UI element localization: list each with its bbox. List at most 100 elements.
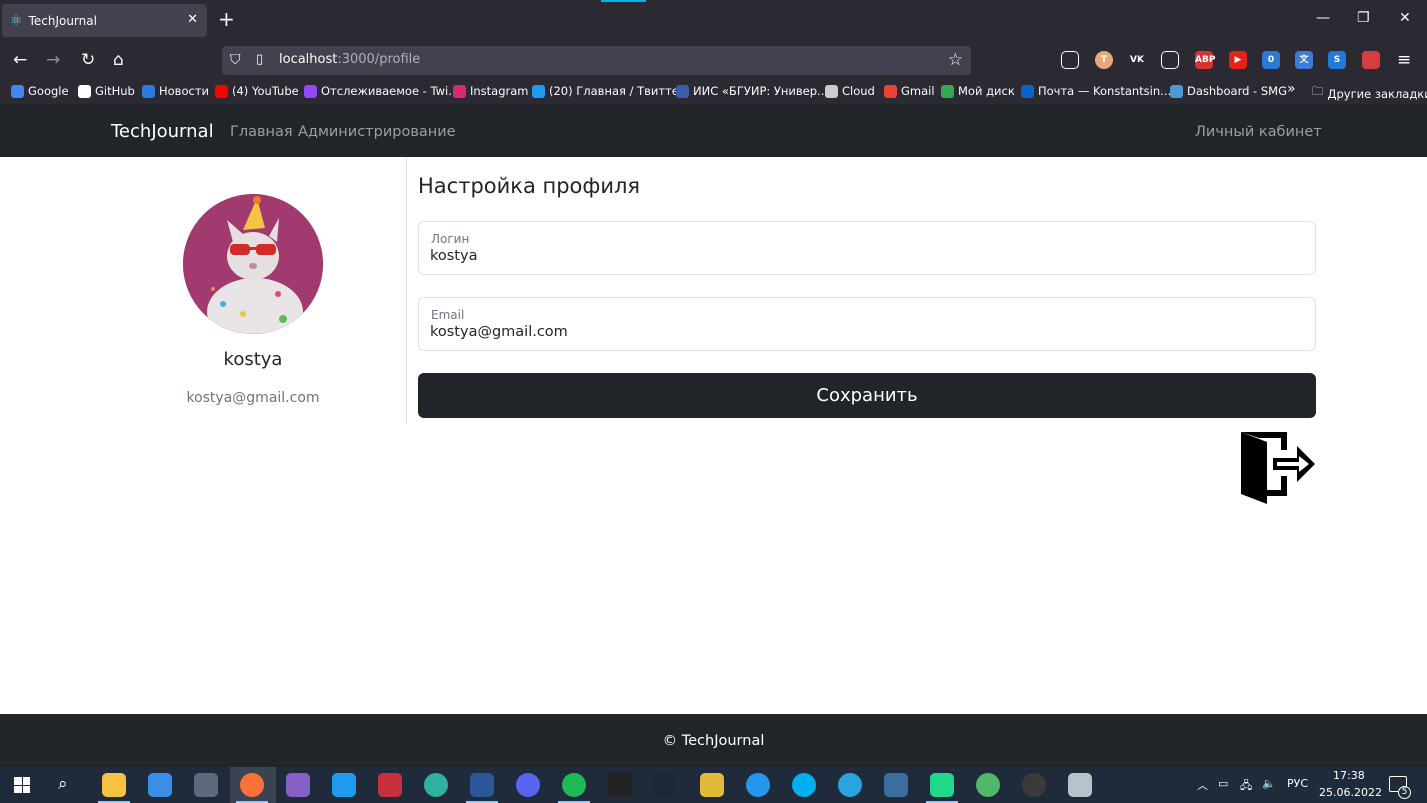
tracking-shield-icon[interactable]: ⛉ (230, 52, 241, 68)
translate-t-icon[interactable]: T (1095, 51, 1113, 69)
calculator-icon[interactable] (194, 773, 218, 797)
app-navbar: TechJournal Главная Администрирование Ли… (0, 104, 1427, 157)
skype-icon[interactable] (792, 773, 816, 797)
bookmark-label: Cloud (842, 84, 875, 98)
telegram-icon[interactable] (838, 773, 862, 797)
network-icon[interactable]: 🖧 (1240, 777, 1252, 796)
bookmark-item[interactable]: Отслеживаемое - Twi... (304, 84, 459, 98)
tab-close-icon[interactable]: ✕ (187, 12, 198, 27)
other-bookmarks[interactable]: 🗀 Другие закладки (1312, 84, 1427, 103)
more-bookmarks-icon[interactable]: » (1287, 81, 1296, 97)
bookmark-item[interactable]: (20) Главная / Твиттер (532, 84, 686, 98)
bookmark-favicon-icon (884, 84, 897, 98)
bookmark-item[interactable]: Новости (142, 84, 209, 98)
bookmark-favicon-icon (78, 84, 91, 98)
home-icon[interactable]: ⌂ (113, 50, 124, 70)
toolbox-icon[interactable] (1362, 51, 1380, 69)
bookmark-item[interactable]: GitHub (78, 84, 135, 98)
vk-icon[interactable]: VK (1128, 51, 1146, 69)
reader-icon[interactable] (1161, 51, 1179, 69)
rider-icon[interactable] (378, 773, 402, 797)
save-button[interactable]: Сохранить (418, 373, 1316, 418)
volume-icon[interactable]: 🔈 (1262, 777, 1276, 790)
language-indicator[interactable]: РУС (1287, 777, 1308, 790)
profile-sidebar: kostya kostya@gmail.com (0, 157, 407, 424)
bookmark-favicon-icon (215, 84, 228, 98)
folder-icon: 🗀 (1312, 84, 1324, 98)
taskbar: ⌕ ︿ ▭ 🖧 🔈 РУС 17:38 25.06.2022 5 (0, 767, 1427, 803)
battery-icon[interactable]: ▭ (1218, 777, 1228, 790)
bookmark-item[interactable]: Dashboard - SMG (1170, 84, 1287, 98)
sql-icon[interactable] (884, 773, 908, 797)
bookmark-favicon-icon (142, 84, 155, 98)
bookmark-item[interactable]: Почта — Konstantsin.... (1021, 84, 1175, 98)
bookmark-favicon-icon (1021, 84, 1034, 98)
word-icon[interactable] (470, 773, 494, 797)
bookmark-item[interactable]: Gmail (884, 84, 935, 98)
spotify-icon[interactable] (562, 773, 586, 797)
visual-studio-icon[interactable] (286, 773, 310, 797)
minimize-icon[interactable]: — (1316, 10, 1330, 26)
counter-ext-icon[interactable]: 0 (1262, 51, 1280, 69)
email-field[interactable]: Email kostya@gmail.com (418, 297, 1316, 351)
bookmark-item[interactable]: Cloud (825, 84, 875, 98)
nav-link-admin[interactable]: Администрирование (298, 124, 456, 140)
windows-start-icon[interactable] (14, 777, 30, 793)
vpn-icon[interactable] (976, 773, 1000, 797)
clock-date[interactable]: 25.06.2022 (1319, 786, 1382, 799)
skype-ext-icon[interactable]: S (1328, 51, 1346, 69)
nav-link-account[interactable]: Личный кабинет (1195, 124, 1322, 140)
browser-tab[interactable]: ⚛ TechJournal ✕ (2, 4, 207, 37)
nav-link-home[interactable]: Главная (230, 124, 293, 140)
forward-icon[interactable]: → (46, 50, 60, 70)
bookmark-label: (20) Главная / Твиттер (549, 84, 687, 98)
db-icon[interactable] (1068, 773, 1092, 797)
explorer-icon[interactable] (102, 773, 126, 797)
bookmark-label: Google (28, 84, 69, 98)
pocket-icon[interactable] (1061, 51, 1079, 69)
mail-icon[interactable] (148, 773, 172, 797)
pycharm-icon[interactable] (930, 773, 954, 797)
back-icon[interactable]: ← (13, 50, 27, 70)
bookmark-favicon-icon (825, 84, 838, 98)
window-close-icon[interactable]: ✕ (1399, 10, 1411, 26)
adblock-icon[interactable]: ABP (1195, 51, 1215, 69)
bookmark-label: Мой диск (958, 84, 1015, 98)
bookmark-item[interactable]: ИИС «БГУИР: Универ... (676, 84, 828, 98)
menu-icon[interactable]: ≡ (1397, 50, 1411, 70)
url-path: :3000/profile (337, 52, 421, 67)
docker-icon[interactable] (746, 773, 770, 797)
url-bar[interactable]: ⛉ ▯ localhost:3000/profile ☆ (222, 46, 971, 75)
bookmark-label: Отслеживаемое - Twi... (321, 84, 460, 98)
reload-icon[interactable]: ↻ (81, 50, 95, 70)
brand-link[interactable]: TechJournal (111, 121, 214, 142)
bookmark-item[interactable]: Google (11, 84, 69, 98)
bookmark-item[interactable]: (4) YouTube (215, 84, 299, 98)
bookmark-favicon-icon (1170, 84, 1183, 98)
wot-icon[interactable] (1022, 773, 1046, 797)
footer: © TechJournal (0, 714, 1427, 767)
bookmark-item[interactable]: Мой диск (941, 84, 1015, 98)
vscode-icon[interactable] (332, 773, 356, 797)
steam-icon[interactable] (654, 773, 678, 797)
epic-games-icon[interactable] (608, 773, 632, 797)
bookmark-item[interactable]: Instagram (453, 84, 529, 98)
tray-expand-icon[interactable]: ︿ (1197, 777, 1208, 793)
tool-icon[interactable] (700, 773, 724, 797)
search-icon[interactable]: ⌕ (58, 774, 68, 794)
discord-icon[interactable] (516, 773, 540, 797)
youtube-ext-icon[interactable]: ▶ (1229, 51, 1247, 69)
restore-icon[interactable]: ❐ (1357, 10, 1370, 26)
translator-icon[interactable]: 文 (1295, 51, 1313, 69)
page-info-icon[interactable]: ▯ (256, 52, 263, 67)
login-field[interactable]: Логин kostya (418, 221, 1316, 275)
bookmark-star-icon[interactable]: ☆ (948, 50, 963, 70)
edge-icon[interactable] (424, 773, 448, 797)
logout-icon[interactable] (1239, 428, 1317, 506)
footer-copyright: © TechJournal (662, 733, 765, 749)
firefox-icon[interactable] (240, 773, 264, 797)
new-tab-button[interactable]: + (218, 9, 235, 29)
url-text[interactable]: localhost:3000/profile (279, 52, 420, 67)
login-label: Логин (431, 232, 470, 246)
clock-time[interactable]: 17:38 (1333, 769, 1365, 782)
